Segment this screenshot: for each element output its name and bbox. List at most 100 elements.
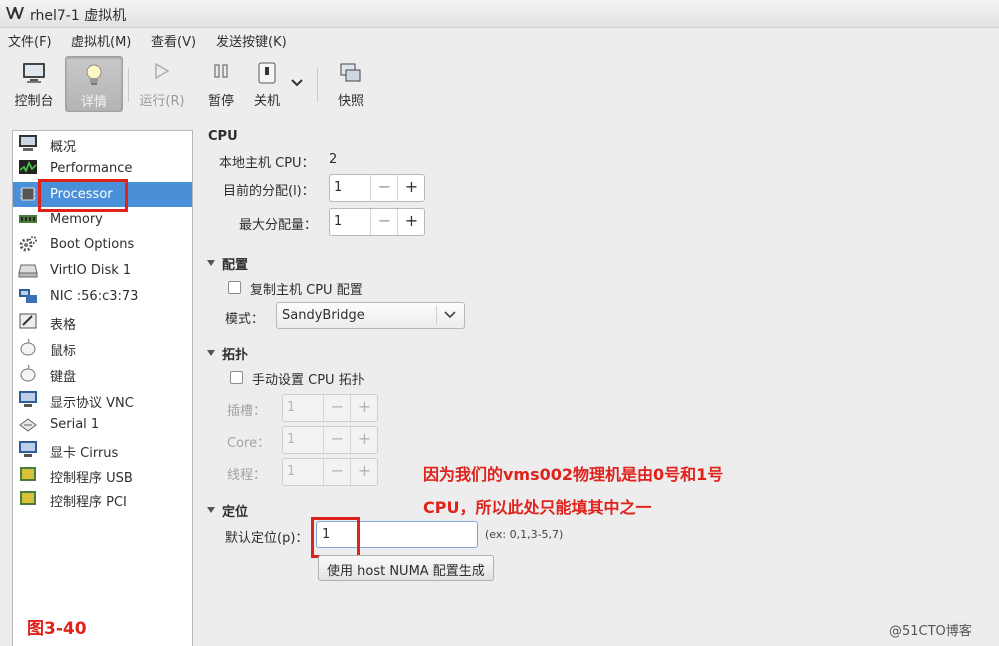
cores-stepper[interactable]: 1 − + bbox=[282, 426, 378, 454]
chevron-down-icon bbox=[444, 311, 456, 319]
increment-button[interactable]: + bbox=[350, 395, 378, 421]
increment-button[interactable]: + bbox=[397, 209, 425, 235]
keyboard-icon bbox=[20, 364, 36, 382]
manual-topology-label: 手动设置 CPU 拓扑 bbox=[252, 373, 365, 388]
highlight-box bbox=[38, 179, 128, 212]
toolbar-separator bbox=[317, 68, 318, 102]
monitor-icon bbox=[23, 63, 45, 83]
threads-value: 1 bbox=[287, 464, 296, 479]
figure-label: 图3-40 bbox=[27, 619, 87, 639]
manual-topology-checkbox[interactable] bbox=[230, 371, 243, 384]
annotation-line-1: 因为我们的vms002物理机是由0号和1号 bbox=[423, 465, 724, 484]
increment-button[interactable]: + bbox=[350, 459, 378, 485]
snapshot-icon bbox=[340, 63, 361, 82]
numa-generate-button[interactable]: 使用 host NUMA 配置生成 bbox=[318, 555, 494, 581]
decrement-button[interactable]: − bbox=[323, 459, 351, 485]
shutdown-button[interactable]: 关机 bbox=[241, 56, 293, 110]
console-button[interactable]: 控制台 bbox=[8, 56, 60, 110]
sidebar-item-boot-options[interactable]: Boot Options bbox=[13, 232, 192, 257]
sidebar-item-label: 鼠标 bbox=[50, 344, 77, 359]
max-alloc-label: 最大分配量： bbox=[239, 218, 318, 233]
menu-bar: 文件(F) 虚拟机(M) 查看(V) 发送按键(K) bbox=[0, 27, 999, 51]
pause-label: 暂停 bbox=[207, 94, 234, 109]
cpu-chip-icon bbox=[20, 187, 36, 201]
mouse-icon bbox=[20, 338, 36, 356]
copy-host-checkbox[interactable] bbox=[228, 281, 241, 294]
threads-stepper[interactable]: 1 − + bbox=[282, 458, 378, 486]
topology-section-title: 拓扑 bbox=[222, 348, 249, 363]
increment-button[interactable]: + bbox=[350, 427, 378, 453]
menu-view[interactable]: 查看(V) bbox=[151, 31, 196, 50]
sidebar-item-video-card[interactable]: 显卡 Cirrus bbox=[13, 437, 192, 462]
sidebar-item-performance[interactable]: Performance bbox=[13, 156, 192, 181]
sidebar-item-disk[interactable]: VirtIO Disk 1 bbox=[13, 258, 192, 283]
cores-value: 1 bbox=[287, 432, 296, 447]
sidebar-item-display[interactable]: 显示协议 VNC bbox=[13, 387, 192, 412]
expander-triangle-icon[interactable] bbox=[207, 350, 215, 356]
console-label: 控制台 bbox=[14, 94, 54, 109]
max-alloc-value: 1 bbox=[334, 214, 343, 229]
decrement-button[interactable]: − bbox=[323, 427, 351, 453]
watermark: @51CTO博客 bbox=[889, 624, 972, 639]
play-icon bbox=[155, 62, 170, 80]
annotation-line-2: CPU，所以此处只能填其中之一 bbox=[423, 498, 652, 517]
chevron-down-icon[interactable] bbox=[291, 78, 303, 88]
sidebar-item-label: 显示协议 VNC bbox=[50, 396, 134, 411]
tablet-icon bbox=[19, 313, 37, 329]
pause-button[interactable]: 暂停 bbox=[195, 56, 247, 110]
sidebar-item-overview[interactable]: 概况 bbox=[13, 131, 192, 156]
copy-host-label: 复制主机 CPU 配置 bbox=[250, 283, 363, 298]
sidebar-item-pci-controller[interactable]: 控制程序 PCI bbox=[13, 486, 192, 511]
sidebar-item-label: Performance bbox=[50, 161, 133, 176]
highlight-box bbox=[311, 517, 360, 558]
sockets-label: 插槽： bbox=[227, 404, 267, 419]
sidebar-item-label: 概况 bbox=[50, 140, 77, 155]
cores-label: Core： bbox=[227, 436, 271, 451]
host-cpu-label: 本地主机 CPU： bbox=[219, 156, 315, 171]
sidebar-item-mouse[interactable]: 鼠标 bbox=[13, 335, 192, 360]
app-logo-icon bbox=[6, 7, 24, 19]
monitor-icon bbox=[19, 135, 37, 151]
window-title: rhel7-1 虚拟机 bbox=[30, 8, 127, 24]
config-section-title: 配置 bbox=[222, 258, 249, 273]
sidebar-item-label: 显卡 Cirrus bbox=[50, 446, 119, 461]
sidebar-item-usb-controller[interactable]: 控制程序 USB bbox=[13, 462, 192, 487]
decrement-button[interactable]: − bbox=[370, 175, 398, 201]
snapshot-button[interactable]: 快照 bbox=[325, 56, 377, 110]
run-label: 运行(R) bbox=[139, 94, 185, 109]
sidebar-item-tablet[interactable]: 表格 bbox=[13, 309, 192, 334]
current-alloc-label: 目前的分配(l)： bbox=[223, 184, 315, 199]
threads-label: 线程： bbox=[227, 468, 267, 483]
expander-triangle-icon[interactable] bbox=[207, 260, 215, 266]
decrement-button[interactable]: − bbox=[323, 395, 351, 421]
performance-graph-icon bbox=[19, 160, 37, 174]
run-button[interactable]: 运行(R) bbox=[136, 56, 188, 110]
increment-button[interactable]: + bbox=[397, 175, 425, 201]
expander-triangle-icon[interactable] bbox=[207, 507, 215, 513]
sidebar-item-serial[interactable]: Serial 1 bbox=[13, 412, 192, 437]
details-button[interactable]: 详情 bbox=[65, 56, 123, 112]
model-combobox[interactable]: SandyBridge bbox=[276, 302, 465, 329]
sidebar-item-label: 键盘 bbox=[50, 370, 77, 385]
sidebar-item-label: NIC :56:c3:73 bbox=[50, 289, 139, 304]
menu-send-key[interactable]: 发送按键(K) bbox=[216, 31, 287, 50]
sidebar-item-nic[interactable]: NIC :56:c3:73 bbox=[13, 284, 192, 309]
numa-generate-label: 使用 host NUMA 配置生成 bbox=[327, 564, 485, 579]
current-alloc-stepper[interactable]: 1 − + bbox=[329, 174, 425, 202]
model-value: SandyBridge bbox=[282, 308, 365, 323]
video-card-icon bbox=[19, 441, 37, 457]
max-alloc-stepper[interactable]: 1 − + bbox=[329, 208, 425, 236]
default-pinning-label: 默认定位(p)： bbox=[225, 531, 309, 546]
pause-icon bbox=[214, 64, 228, 78]
sidebar-item-label: VirtIO Disk 1 bbox=[50, 263, 132, 278]
cpu-section-title: CPU bbox=[208, 129, 238, 144]
shutdown-label: 关机 bbox=[253, 94, 280, 109]
sidebar-item-keyboard[interactable]: 键盘 bbox=[13, 361, 192, 386]
menu-vm[interactable]: 虚拟机(M) bbox=[71, 31, 131, 50]
sidebar-item-label: 控制程序 USB bbox=[50, 471, 133, 486]
lightbulb-icon bbox=[86, 64, 102, 85]
power-icon bbox=[258, 62, 276, 84]
sockets-stepper[interactable]: 1 − + bbox=[282, 394, 378, 422]
decrement-button[interactable]: − bbox=[370, 209, 398, 235]
menu-file[interactable]: 文件(F) bbox=[8, 31, 52, 50]
